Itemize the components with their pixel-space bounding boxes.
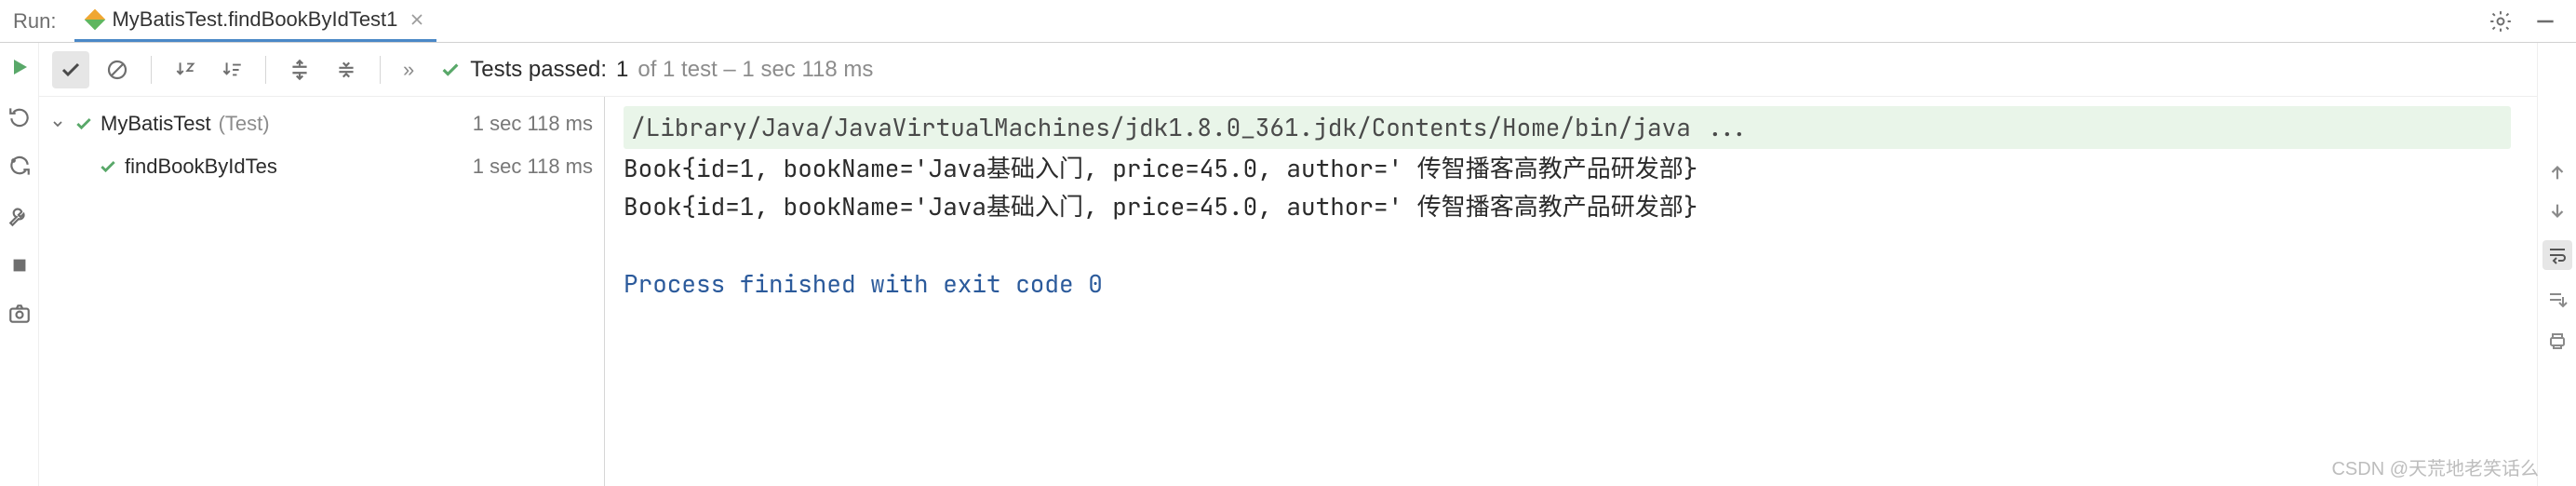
expand-all-button[interactable]: [281, 51, 318, 88]
rerun-failed-icon[interactable]: [7, 104, 32, 128]
console-output[interactable]: /Library/Java/JavaVirtualMachines/jdk1.8…: [605, 97, 2537, 486]
tree-child-name: findBookByIdTes: [125, 155, 277, 179]
tree-root-name: MyBatisTest: [101, 112, 211, 136]
scroll-to-end-icon[interactable]: [2546, 289, 2569, 311]
console-line: Book{id=1, bookName='Java基础入门, price=45.…: [624, 149, 2518, 188]
separator: [265, 56, 266, 84]
show-ignored-button[interactable]: [99, 51, 136, 88]
left-gutter: [0, 43, 39, 486]
watermark: CSDN @天荒地老笑话么: [2331, 453, 2539, 480]
print-icon[interactable]: [2546, 330, 2569, 352]
console-line: Book{id=1, bookName='Java基础入门, price=45.…: [624, 187, 2518, 226]
hide-icon[interactable]: [2533, 9, 2557, 34]
check-icon: [440, 60, 461, 80]
check-icon: [99, 157, 117, 176]
soft-wrap-icon[interactable]: [2542, 240, 2572, 270]
collapse-all-button[interactable]: [328, 51, 365, 88]
chevron-down-icon[interactable]: [48, 116, 67, 131]
tree-root-paren: (Test): [219, 112, 270, 136]
toggle-auto-test-icon[interactable]: [7, 155, 32, 179]
tree-child-time: 1 sec 118 ms: [473, 155, 593, 179]
sort-alpha-button[interactable]: [167, 51, 204, 88]
wrench-icon[interactable]: [7, 205, 32, 229]
test-tree: MyBatisTest (Test) 1 sec 118 ms findBook…: [39, 97, 605, 486]
separator: [380, 56, 381, 84]
up-icon[interactable]: [2547, 162, 2568, 182]
sort-duration-button[interactable]: [213, 51, 250, 88]
console-exit-line: Process finished with exit code 0: [624, 264, 2518, 304]
tests-passed-count: 1: [616, 57, 628, 83]
tab-bar: Run: MyBatisTest.findBookByIdTest1: [0, 0, 2576, 43]
separator: [151, 56, 152, 84]
close-icon[interactable]: [410, 13, 423, 26]
show-passed-button[interactable]: [52, 51, 89, 88]
down-icon[interactable]: [2547, 201, 2568, 222]
test-config-icon: [85, 9, 106, 31]
tests-suffix: of 1 test – 1 sec 118 ms: [637, 57, 873, 83]
tree-child-row[interactable]: findBookByIdTes 1 sec 118 ms: [39, 145, 604, 188]
test-toolbar: » Tests passed: 1 of 1 test – 1 sec 118 …: [39, 43, 2537, 97]
more-button[interactable]: »: [396, 58, 422, 82]
stop-icon[interactable]: [9, 255, 30, 276]
run-label: Run:: [7, 9, 61, 34]
check-icon: [74, 115, 93, 133]
gear-icon[interactable]: [2489, 9, 2513, 34]
camera-icon[interactable]: [7, 302, 32, 326]
rerun-icon[interactable]: [8, 56, 31, 78]
tree-root-time: 1 sec 118 ms: [473, 112, 593, 136]
tests-status: Tests passed: 1 of 1 test – 1 sec 118 ms: [440, 57, 873, 83]
console-command-line: /Library/Java/JavaVirtualMachines/jdk1.8…: [624, 106, 2511, 149]
tab-title: MyBatisTest.findBookByIdTest1: [112, 7, 397, 32]
right-gutter: [2537, 43, 2576, 486]
tree-root-row[interactable]: MyBatisTest (Test) 1 sec 118 ms: [39, 102, 604, 145]
tests-passed-label: Tests passed:: [470, 57, 607, 83]
run-tab[interactable]: MyBatisTest.findBookByIdTest1: [74, 0, 436, 42]
